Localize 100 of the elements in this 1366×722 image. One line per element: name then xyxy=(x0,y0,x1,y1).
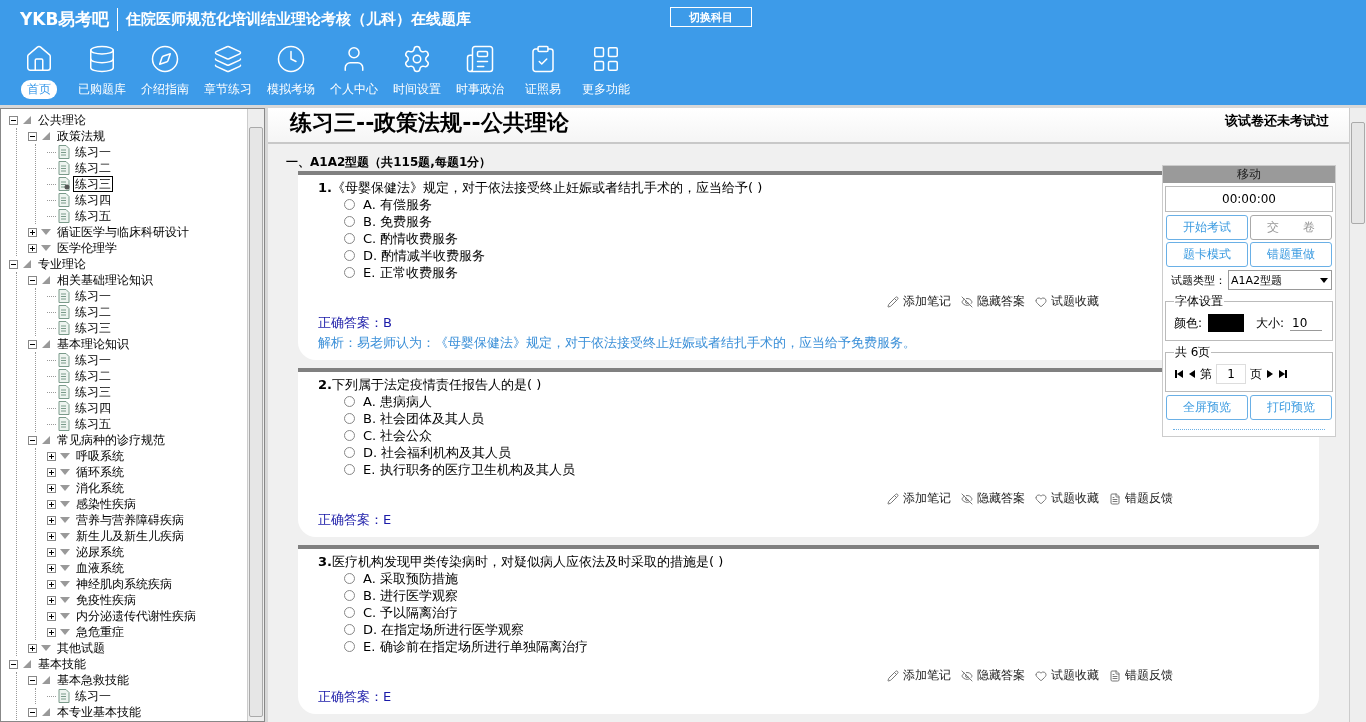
tree-item[interactable]: 练习四 xyxy=(73,400,113,416)
answer-option[interactable]: B. 免费服务 xyxy=(344,213,486,230)
expand-icon[interactable] xyxy=(47,483,56,493)
expand-icon[interactable] xyxy=(47,531,56,541)
tree-item[interactable]: 政策法规 xyxy=(55,128,107,144)
expand-icon[interactable] xyxy=(47,563,56,573)
radio-button[interactable] xyxy=(344,413,355,424)
tree-item[interactable]: 练习五 xyxy=(73,208,113,224)
action-link[interactable]: 添加笔记 xyxy=(887,667,951,684)
tree-item[interactable]: 感染性疾病 xyxy=(74,496,138,512)
tree-item[interactable]: 循证医学与临床科研设计 xyxy=(55,224,191,240)
tree-item[interactable]: 练习一 xyxy=(73,144,113,160)
answer-option[interactable]: B. 社会团体及其人员 xyxy=(344,410,575,427)
action-link[interactable]: 隐藏答案 xyxy=(961,490,1025,507)
action-link[interactable]: 试题收藏 xyxy=(1035,293,1099,310)
tree-item[interactable]: 专业理论 xyxy=(36,256,88,272)
expand-icon[interactable] xyxy=(47,547,56,557)
tree-item[interactable]: 练习一 xyxy=(73,288,113,304)
tree-item[interactable]: 神经肌肉系统疾病 xyxy=(74,576,174,592)
tree-item[interactable]: 基本理论知识 xyxy=(55,336,131,352)
expand-icon[interactable] xyxy=(47,595,56,605)
radio-button[interactable] xyxy=(344,641,355,652)
radio-button[interactable] xyxy=(344,573,355,584)
answer-option[interactable]: A. 有偿服务 xyxy=(344,196,486,213)
expand-icon[interactable] xyxy=(47,515,56,525)
tree-item[interactable]: 练习一 xyxy=(73,352,113,368)
radio-button[interactable] xyxy=(344,447,355,458)
color-swatch[interactable] xyxy=(1208,314,1245,332)
tree-item[interactable]: 医学伦理学 xyxy=(55,240,119,256)
tree-item[interactable]: 急危重症 xyxy=(74,624,126,640)
tree-item[interactable]: 公共理论 xyxy=(36,112,88,128)
tree-item[interactable]: 免疫性疾病 xyxy=(74,592,138,608)
tree-item[interactable]: 内分泌遗传代谢性疾病 xyxy=(74,608,198,624)
answer-option[interactable]: A. 采取预防措施 xyxy=(344,570,588,587)
tree-item[interactable]: 血液系统 xyxy=(74,560,126,576)
answer-option[interactable]: C. 予以隔离治疗 xyxy=(344,604,588,621)
next-page-icon[interactable] xyxy=(1266,369,1274,379)
radio-button[interactable] xyxy=(344,607,355,618)
expand-icon[interactable] xyxy=(28,227,37,237)
collapse-icon[interactable] xyxy=(28,675,37,685)
tree-item[interactable]: 其他试题 xyxy=(55,640,107,656)
collapse-icon[interactable] xyxy=(28,435,37,445)
answer-option[interactable]: E. 执行职务的医疗卫生机构及其人员 xyxy=(344,461,575,478)
tree-item[interactable]: 练习三 xyxy=(73,384,113,400)
tree-item[interactable]: 练习四 xyxy=(73,192,113,208)
collapse-icon[interactable] xyxy=(9,659,18,669)
action-link[interactable]: 试题收藏 xyxy=(1035,667,1099,684)
scrollbar[interactable] xyxy=(1349,108,1366,722)
scrollbar[interactable] xyxy=(247,109,264,721)
tree-item[interactable]: 泌尿系统 xyxy=(74,544,126,560)
radio-button[interactable] xyxy=(344,464,355,475)
previous-page-icon[interactable] xyxy=(1188,369,1196,379)
radio-button[interactable] xyxy=(344,267,355,278)
tree-item[interactable]: 练习三 xyxy=(73,320,113,336)
move-handle[interactable]: 移动 xyxy=(1163,166,1335,183)
first-page-icon[interactable] xyxy=(1174,369,1184,379)
radio-button[interactable] xyxy=(344,396,355,407)
answer-option[interactable]: D. 在指定场所进行医学观察 xyxy=(344,621,588,638)
action-link[interactable]: 试题收藏 xyxy=(1035,490,1099,507)
collapse-icon[interactable] xyxy=(28,275,37,285)
answer-option[interactable]: C. 社会公众 xyxy=(344,427,575,444)
page-field[interactable]: 1 xyxy=(1216,364,1246,384)
radio-button[interactable] xyxy=(344,590,355,601)
expand-icon[interactable] xyxy=(47,467,56,477)
tree-item[interactable]: 练习三 xyxy=(73,176,113,192)
tree-item[interactable]: 呼吸系统 xyxy=(74,448,126,464)
collapse-icon[interactable] xyxy=(9,259,18,269)
radio-button[interactable] xyxy=(344,624,355,635)
tree-item[interactable]: 练习二 xyxy=(73,304,113,320)
radio-button[interactable] xyxy=(344,250,355,261)
type-dropdown[interactable]: A1A2型题 xyxy=(1228,270,1332,290)
answer-option[interactable]: B. 进行医学观察 xyxy=(344,587,588,604)
collapse-icon[interactable] xyxy=(28,339,37,349)
expand-icon[interactable] xyxy=(47,451,56,461)
answer-option[interactable]: E. 正常收费服务 xyxy=(344,264,486,281)
expand-icon[interactable] xyxy=(47,611,56,621)
collapse-icon[interactable] xyxy=(28,131,37,141)
action-link[interactable]: 错题反馈 xyxy=(1109,667,1173,684)
tree-item[interactable]: 基本急救技能 xyxy=(55,672,131,688)
radio-button[interactable] xyxy=(344,430,355,441)
tree-item[interactable]: 相关基础理论知识 xyxy=(55,272,155,288)
tree-item[interactable]: 练习一 xyxy=(73,688,113,704)
expand-icon[interactable] xyxy=(28,243,37,253)
answer-option[interactable]: D. 社会福利机构及其人员 xyxy=(344,444,575,461)
action-link[interactable]: 添加笔记 xyxy=(887,293,951,310)
action-link[interactable]: 错题反馈 xyxy=(1109,490,1173,507)
tree-item[interactable]: 本专业基本技能 xyxy=(55,704,143,720)
expand-icon[interactable] xyxy=(28,643,37,653)
answer-option[interactable]: E. 确诊前在指定场所进行单独隔离治疗 xyxy=(344,638,588,655)
tree-item[interactable]: 新生儿及新生儿疾病 xyxy=(74,528,186,544)
answer-option[interactable]: D. 酌情减半收费服务 xyxy=(344,247,486,264)
last-page-icon[interactable] xyxy=(1278,369,1288,379)
tree-item[interactable]: 循环系统 xyxy=(74,464,126,480)
radio-button[interactable] xyxy=(344,199,355,210)
tree-item[interactable]: 常见病种的诊疗规范 xyxy=(55,432,167,448)
size-field[interactable]: 10 xyxy=(1290,315,1323,331)
tree-item[interactable]: 练习五 xyxy=(73,416,113,432)
tree-item[interactable]: 消化系统 xyxy=(74,480,126,496)
expand-icon[interactable] xyxy=(47,499,56,509)
action-link[interactable]: 隐藏答案 xyxy=(961,293,1025,310)
